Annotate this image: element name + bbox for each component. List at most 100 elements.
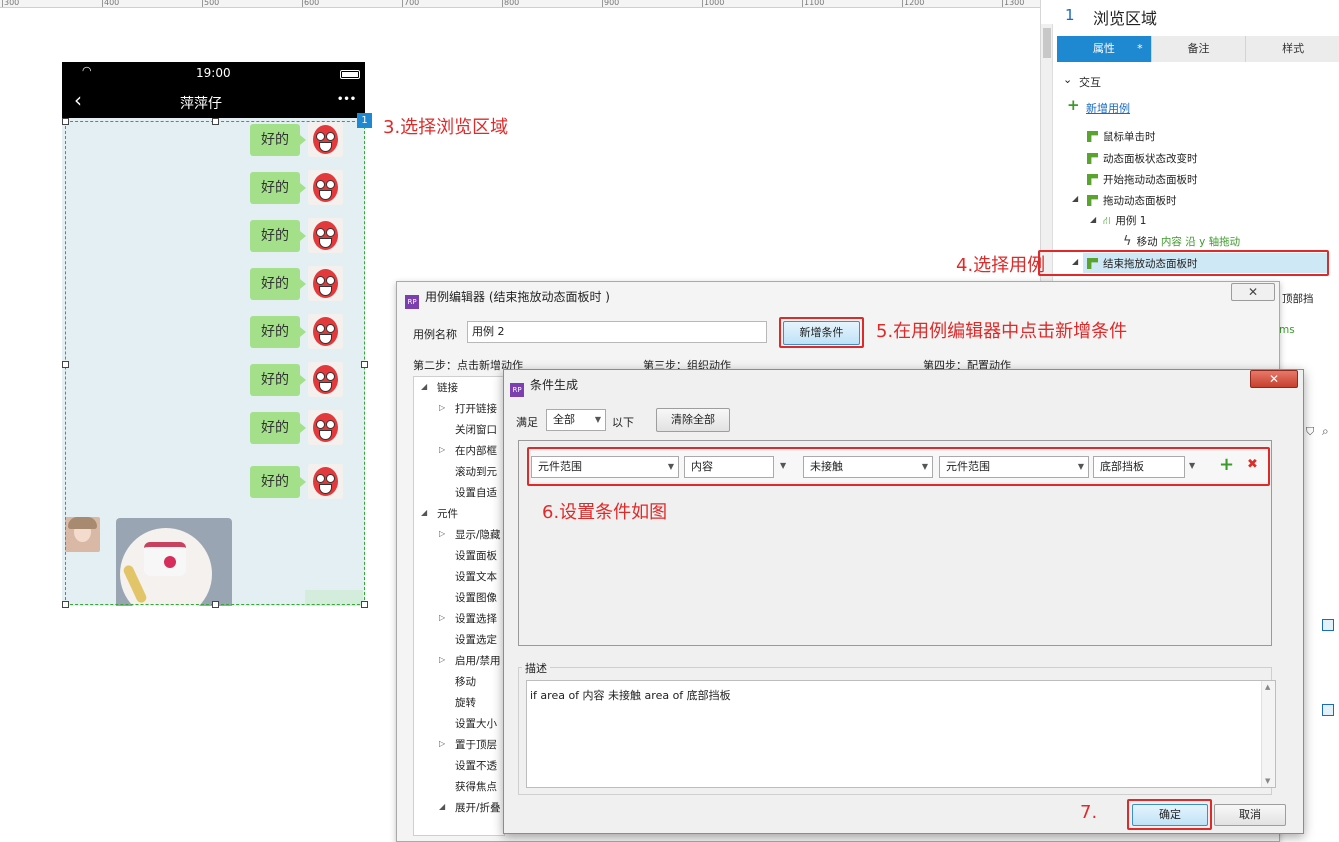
annotation-highlight-event bbox=[1038, 250, 1329, 276]
dropdown-arrow-icon[interactable]: ▼ bbox=[780, 461, 786, 470]
expand-triangle-icon[interactable]: ▷ bbox=[439, 739, 445, 748]
ruler-label: 900 bbox=[604, 0, 620, 7]
scroll-down-icon[interactable]: ▼ bbox=[1265, 777, 1270, 785]
ruler-label: 500 bbox=[204, 0, 220, 7]
resize-handle[interactable] bbox=[62, 361, 69, 368]
event-state-change[interactable]: 动态面板状态改变时 bbox=[1087, 151, 1198, 166]
chevron-down-icon[interactable]: ⌄ bbox=[1063, 73, 1072, 86]
tab-properties[interactable]: 属性 * bbox=[1057, 36, 1152, 62]
tree-item[interactable]: 设置不透 bbox=[455, 758, 497, 773]
checkbox[interactable] bbox=[1322, 704, 1334, 716]
annotation-step5: 5.在用例编辑器中点击新增条件 bbox=[876, 321, 1128, 342]
tree-item[interactable]: 设置选择 bbox=[455, 611, 497, 626]
plus-icon[interactable]: + bbox=[1067, 96, 1080, 114]
filter-icon[interactable]: ⛉ bbox=[1306, 425, 1314, 439]
action-item[interactable]: ϟ 移动 内容 沿 y 轴拖动 bbox=[1123, 234, 1240, 249]
add-condition-icon[interactable]: + bbox=[1219, 454, 1234, 475]
tree-item[interactable]: 置于顶层 bbox=[455, 737, 497, 752]
collapse-triangle-icon[interactable]: ◢ bbox=[1090, 215, 1096, 224]
collapse-triangle-icon[interactable]: ◢ bbox=[1072, 194, 1078, 203]
expand-triangle-icon[interactable]: ▷ bbox=[439, 613, 445, 622]
description-scrollbar[interactable]: ▲ ▼ bbox=[1261, 681, 1275, 787]
chat-title: 萍萍仔 bbox=[180, 96, 222, 112]
resize-handle[interactable] bbox=[361, 601, 368, 608]
ruler-label: 800 bbox=[504, 0, 520, 7]
more-icon[interactable]: ••• bbox=[337, 94, 356, 105]
clear-all-button[interactable]: 清除全部 bbox=[656, 408, 730, 432]
collapse-triangle-icon[interactable]: ◢ bbox=[439, 802, 445, 811]
tree-item[interactable]: 设置文本 bbox=[455, 569, 497, 584]
tree-item[interactable]: 设置选定 bbox=[455, 632, 497, 647]
tree-item[interactable]: 设置图像 bbox=[455, 590, 497, 605]
tab-style[interactable]: 样式 bbox=[1246, 36, 1339, 62]
expand-triangle-icon[interactable]: ▷ bbox=[439, 445, 445, 454]
scroll-up-icon[interactable]: ▲ bbox=[1265, 683, 1270, 691]
case-name-input[interactable]: 用例 2 bbox=[467, 321, 767, 343]
dropdown-arrow-icon: ▼ bbox=[921, 462, 928, 471]
search-icon[interactable]: ⌕ bbox=[1322, 424, 1329, 439]
resize-handle[interactable] bbox=[212, 118, 219, 125]
tree-item[interactable]: 显示/隐藏 bbox=[455, 527, 501, 542]
partial-text: ms bbox=[1279, 324, 1295, 336]
tree-item[interactable]: 旋转 bbox=[455, 695, 476, 710]
target-widget-select[interactable]: 内容 bbox=[684, 456, 774, 478]
tree-item[interactable]: 设置自适 bbox=[455, 485, 497, 500]
expand-triangle-icon[interactable]: ▷ bbox=[439, 655, 445, 664]
tree-item[interactable]: 启用/禁用 bbox=[455, 653, 501, 668]
tree-item[interactable]: 设置面板 bbox=[455, 548, 497, 563]
condition-type-select[interactable]: 元件范围 ▼ bbox=[531, 456, 679, 478]
close-button[interactable]: ✕ bbox=[1250, 370, 1298, 388]
remove-condition-icon[interactable]: ✖ bbox=[1247, 457, 1258, 472]
tree-item[interactable]: 设置大小 bbox=[455, 716, 497, 731]
resize-handle[interactable] bbox=[361, 361, 368, 368]
below-label: 以下 bbox=[612, 416, 634, 429]
description-text-area[interactable]: if area of 内容 未接触 area of 底部挡板 ▲ ▼ bbox=[526, 680, 1276, 788]
section-interaction: 交互 bbox=[1079, 76, 1101, 89]
add-case-link[interactable]: 新增用例 bbox=[1086, 100, 1130, 116]
case-item[interactable]: ⛙ 用例 1 bbox=[1103, 213, 1146, 229]
tree-item[interactable]: 滚动到元 bbox=[455, 464, 497, 479]
satisfy-label: 满足 bbox=[516, 416, 538, 429]
back-icon[interactable]: ‹ bbox=[74, 88, 82, 112]
operator-select[interactable]: 未接触 ▼ bbox=[803, 456, 933, 478]
tab-notes[interactable]: 备注 bbox=[1151, 36, 1247, 62]
condition-dialog: RP 条件生成 ✕ 满足 全部 ▼ 以下 清除全部 元件范围 ▼ 内容 ▼ 未接触 ▼ … bbox=[503, 369, 1304, 834]
expand-triangle-icon[interactable]: ▷ bbox=[439, 403, 445, 412]
event-icon bbox=[1087, 131, 1098, 142]
wifi-icon: ◠ bbox=[82, 64, 92, 77]
expand-triangle-icon[interactable]: ▷ bbox=[439, 529, 445, 538]
ruler-label: 1000 bbox=[704, 0, 725, 7]
cancel-button[interactable]: 取消 bbox=[1214, 804, 1286, 826]
resize-handle[interactable] bbox=[62, 118, 69, 125]
widget-name[interactable]: 浏览区域 bbox=[1093, 5, 1157, 29]
add-condition-button[interactable]: 新增条件 bbox=[783, 321, 860, 345]
tree-item[interactable]: 移动 bbox=[455, 674, 476, 689]
dialog-title: RP 用例编辑器 (结束拖放动态面板时 ) bbox=[405, 288, 610, 309]
tree-item[interactable]: 获得焦点 bbox=[455, 779, 497, 794]
lightning-icon: ϟ bbox=[1123, 234, 1132, 249]
event-click[interactable]: 鼠标单击时 bbox=[1087, 129, 1156, 144]
compare-widget-select[interactable]: 底部挡板 bbox=[1093, 456, 1185, 478]
resize-handle[interactable] bbox=[62, 601, 69, 608]
close-button[interactable]: ✕ bbox=[1231, 283, 1275, 301]
checkbox[interactable] bbox=[1322, 619, 1334, 631]
resize-handle[interactable] bbox=[212, 601, 219, 608]
event-dragging[interactable]: 拖动动态面板时 bbox=[1087, 193, 1177, 208]
match-select[interactable]: 全部 ▼ bbox=[546, 409, 606, 431]
tree-item[interactable]: 展开/折叠 bbox=[455, 800, 501, 815]
ruler-label: 600 bbox=[304, 0, 320, 7]
annotation-step6: 6.设置条件如图 bbox=[542, 502, 668, 523]
tree-group[interactable]: 元件 bbox=[437, 506, 458, 521]
dropdown-arrow-icon[interactable]: ▼ bbox=[1189, 461, 1195, 470]
tree-item[interactable]: 在内部框 bbox=[455, 443, 497, 458]
compare-type-select[interactable]: 元件范围 ▼ bbox=[939, 456, 1089, 478]
event-drag-start[interactable]: 开始拖动动态面板时 bbox=[1087, 172, 1198, 187]
collapse-triangle-icon[interactable]: ◢ bbox=[421, 382, 427, 391]
tree-item[interactable]: 打开链接 bbox=[455, 401, 497, 416]
ok-button[interactable]: 确定 bbox=[1132, 804, 1208, 826]
tree-item[interactable]: 关闭窗口 bbox=[455, 422, 497, 437]
collapse-triangle-icon[interactable]: ◢ bbox=[421, 508, 427, 517]
tree-group[interactable]: 链接 bbox=[437, 380, 458, 395]
dynamic-panel-selection[interactable] bbox=[62, 118, 368, 608]
rp-logo-icon: RP bbox=[510, 383, 524, 397]
